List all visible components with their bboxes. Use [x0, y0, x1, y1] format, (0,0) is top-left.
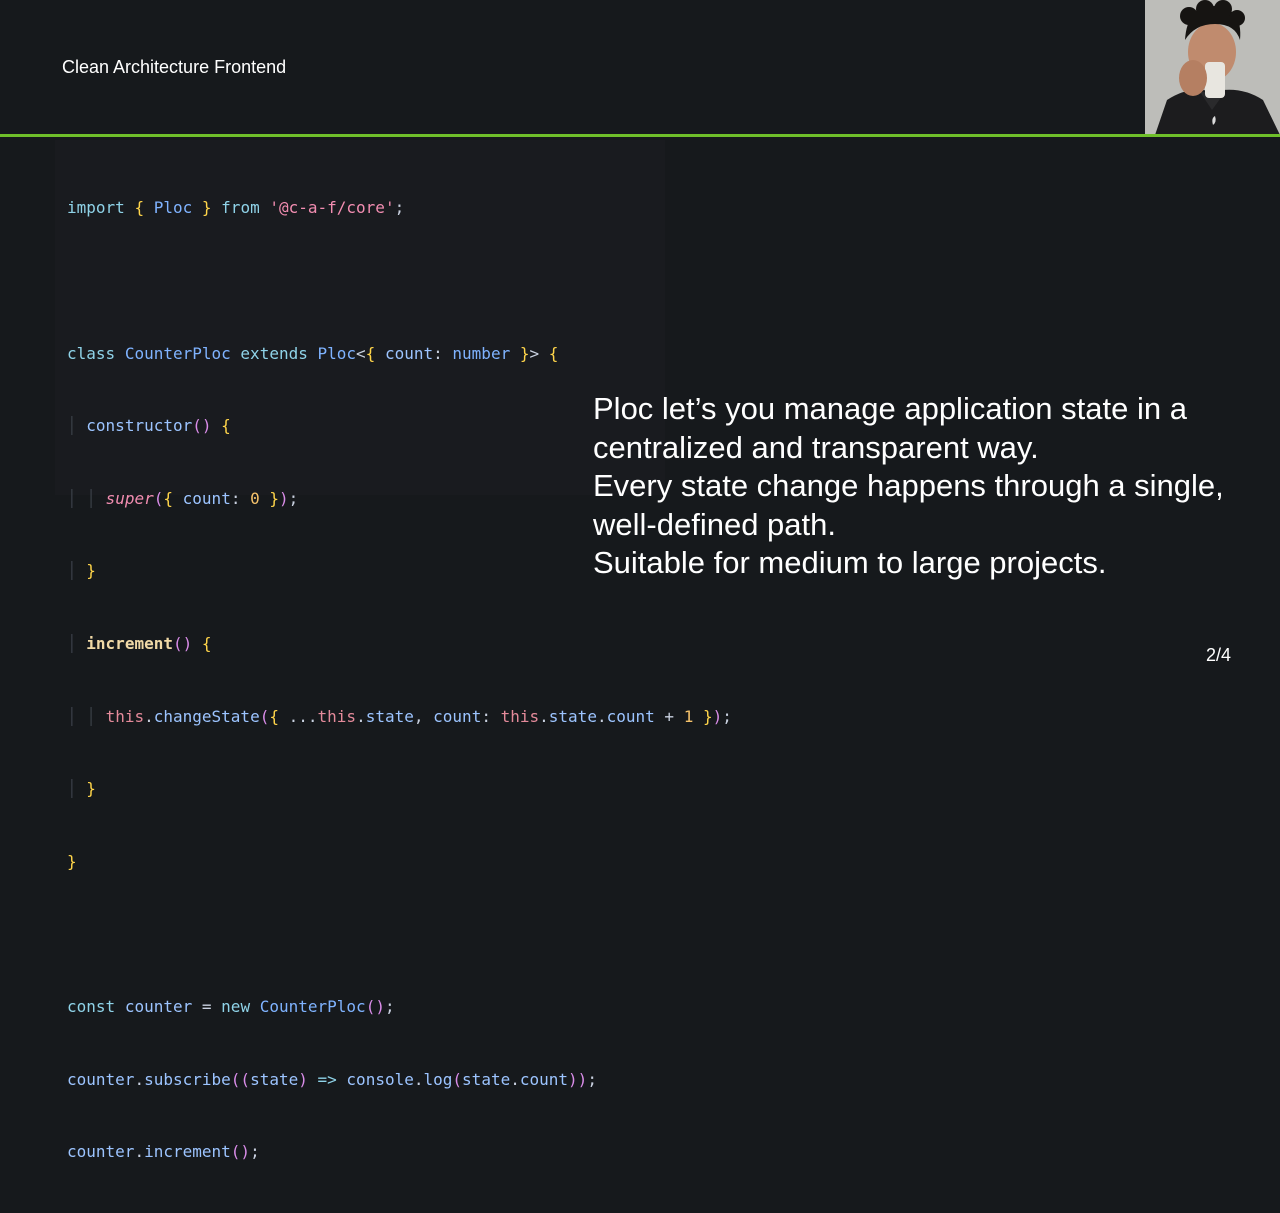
description-line: Every state change happens through a sin… — [593, 468, 1224, 503]
code-line: const counter = new CounterPloc(); — [67, 996, 395, 1016]
code-line: counter.increment(); — [67, 1142, 260, 1162]
slide-title: Clean Architecture Frontend — [62, 57, 287, 77]
description-line: centralized and transparent way. — [593, 429, 1039, 465]
description-line: Suitable for medium to large projects. — [593, 545, 1107, 580]
presenter-avatar — [1145, 0, 1280, 135]
code-line: counter.subscribe((state) => console.log… — [67, 1069, 597, 1089]
presenter-photo-icon — [1145, 0, 1280, 135]
code-line: } — [67, 851, 77, 871]
description-text: Ploc let’s you manage application state … — [593, 390, 1263, 583]
header-divider — [0, 134, 1280, 137]
code-line: │ } — [67, 779, 96, 799]
code-line: │ │ this.changeState({ ...this.state, co… — [67, 706, 732, 726]
code-line: │ increment() { — [67, 633, 212, 653]
description-line: well-defined path. — [593, 506, 836, 542]
code-block: import { Ploc } from '@c-a-f/core'; clas… — [67, 148, 732, 1213]
description-line: Ploc let’s you manage application state … — [593, 391, 1187, 426]
code-line: class CounterPloc extends Ploc<{ count: … — [67, 343, 559, 363]
page-number: 2/4 — [1206, 645, 1232, 665]
code-panel: import { Ploc } from '@c-a-f/core'; clas… — [55, 140, 732, 1161]
code-line: import { Ploc } from '@c-a-f/core'; — [67, 198, 405, 218]
